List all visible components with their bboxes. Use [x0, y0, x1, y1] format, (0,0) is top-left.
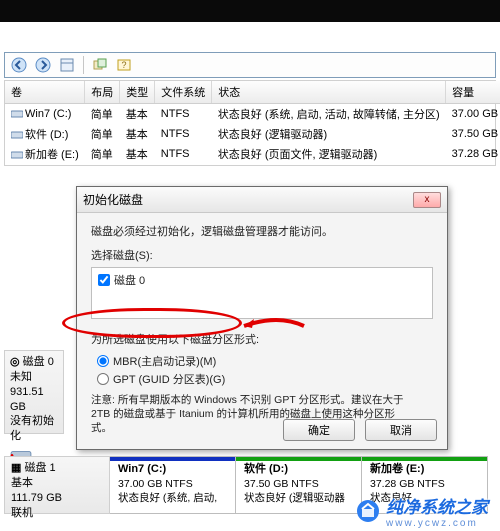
svg-text:?: ? [121, 60, 126, 70]
col-status[interactable]: 状态 [212, 81, 446, 104]
partition-d[interactable]: 软件 (D:) 37.50 GB NTFS 状态良好 (逻辑驱动器 [236, 456, 362, 514]
table-row[interactable]: Win7 (C:) 简单 基本 NTFS 状态良好 (系统, 启动, 活动, 故… [5, 104, 500, 125]
disk-list[interactable]: 磁盘 0 [91, 267, 433, 319]
toolbar: ? [4, 52, 496, 78]
disk1-header[interactable]: ▦ 磁盘 1 基本 111.79 GB 联机 [4, 456, 110, 514]
disk1-state: 联机 [11, 506, 103, 521]
close-icon[interactable]: x [413, 192, 441, 208]
disk0-panel[interactable]: ◎ 磁盘 0 未知 931.51 GB 没有初始化 [4, 350, 64, 434]
drive-icon [11, 129, 23, 141]
dialog-title: 初始化磁盘 [83, 191, 143, 208]
disk0-state: 未知 [10, 370, 58, 385]
window-top-black-bar [0, 0, 500, 22]
radio-gpt-label: GPT (GUID 分区表)(G) [113, 371, 225, 387]
table-row[interactable]: 新加卷 (E:) 简单 基本 NTFS 状态良好 (页面文件, 逻辑驱动器) 3… [5, 144, 500, 164]
disk1-size: 111.79 GB [11, 491, 103, 506]
disk-0-checkbox[interactable] [98, 274, 110, 286]
radio-mbr-label: MBR(主启动记录)(M) [113, 353, 216, 369]
watermark-url: www.ycwz.com [386, 518, 488, 529]
part-status: 状态良好 (逻辑驱动器 [244, 492, 345, 504]
disk-0-label: 磁盘 0 [114, 272, 145, 288]
disk1-title: 磁盘 1 [24, 462, 55, 474]
col-layout[interactable]: 布局 [85, 81, 120, 104]
partition-c[interactable]: Win7 (C:) 37.00 GB NTFS 状态良好 (系统, 启动, [110, 456, 236, 514]
part-size: 37.50 GB NTFS [244, 478, 319, 490]
disk-0-checkbox-row[interactable]: 磁盘 0 [98, 272, 426, 288]
cancel-button[interactable]: 取消 [365, 419, 437, 441]
part-name: Win7 (C:) [118, 463, 166, 475]
vol-name: 新加卷 (E:) [25, 149, 79, 161]
col-capacity[interactable]: 容量 [446, 81, 500, 104]
part-name: 新加卷 (E:) [370, 463, 424, 475]
part-size: 37.28 GB NTFS [370, 478, 445, 490]
col-type[interactable]: 类型 [120, 81, 155, 104]
refresh-icon[interactable] [92, 57, 108, 73]
table-row[interactable]: 软件 (D:) 简单 基本 NTFS 状态良好 (逻辑驱动器) 37.50 GB… [5, 124, 500, 144]
disk0-init: 没有初始化 [10, 414, 58, 444]
watermark-text: 纯净系统之家 [386, 498, 488, 517]
dialog-message: 磁盘必须经过初始化，逻辑磁盘管理器才能访问。 [91, 223, 433, 239]
volume-table: 卷 布局 类型 文件系统 状态 容量 可用空 Win7 (C:) 简单 基本 N… [4, 80, 496, 166]
forward-icon[interactable] [35, 57, 51, 73]
view-icon[interactable] [59, 57, 75, 73]
radio-gpt-row[interactable]: GPT (GUID 分区表)(G) [97, 371, 433, 387]
part-name: 软件 (D:) [244, 463, 288, 475]
radio-mbr[interactable] [97, 355, 109, 367]
dialog-titlebar[interactable]: 初始化磁盘 x [77, 187, 447, 213]
part-size: 37.00 GB NTFS [118, 478, 193, 490]
watermark-logo-icon [356, 499, 380, 523]
drive-icon [11, 149, 23, 161]
radio-mbr-row[interactable]: MBR(主启动记录)(M) [97, 353, 433, 369]
radio-gpt[interactable] [97, 373, 109, 385]
disk0-size: 931.51 GB [10, 385, 58, 415]
partition-style-label: 为所选磁盘使用以下磁盘分区形式: [91, 331, 433, 347]
select-disk-label: 选择磁盘(S): [91, 247, 433, 263]
vol-name: 软件 (D:) [25, 129, 68, 141]
help-icon[interactable]: ? [116, 57, 132, 73]
disk0-title: ◎ 磁盘 0 [10, 355, 58, 370]
drive-icon [11, 108, 23, 120]
vol-name: Win7 (C:) [25, 108, 71, 120]
toolbar-divider [83, 56, 84, 74]
initialize-disk-dialog: 初始化磁盘 x 磁盘必须经过初始化，逻辑磁盘管理器才能访问。 选择磁盘(S): … [76, 186, 448, 450]
ok-button[interactable]: 确定 [283, 419, 355, 441]
table-header-row: 卷 布局 类型 文件系统 状态 容量 可用空 [5, 81, 500, 104]
col-fs[interactable]: 文件系统 [155, 81, 212, 104]
col-vol[interactable]: 卷 [5, 81, 85, 104]
part-status: 状态良好 (系统, 启动, [118, 492, 217, 504]
watermark: 纯净系统之家 www.ycwz.com [356, 493, 488, 529]
disk1-type: 基本 [11, 476, 103, 491]
back-icon[interactable] [11, 57, 27, 73]
